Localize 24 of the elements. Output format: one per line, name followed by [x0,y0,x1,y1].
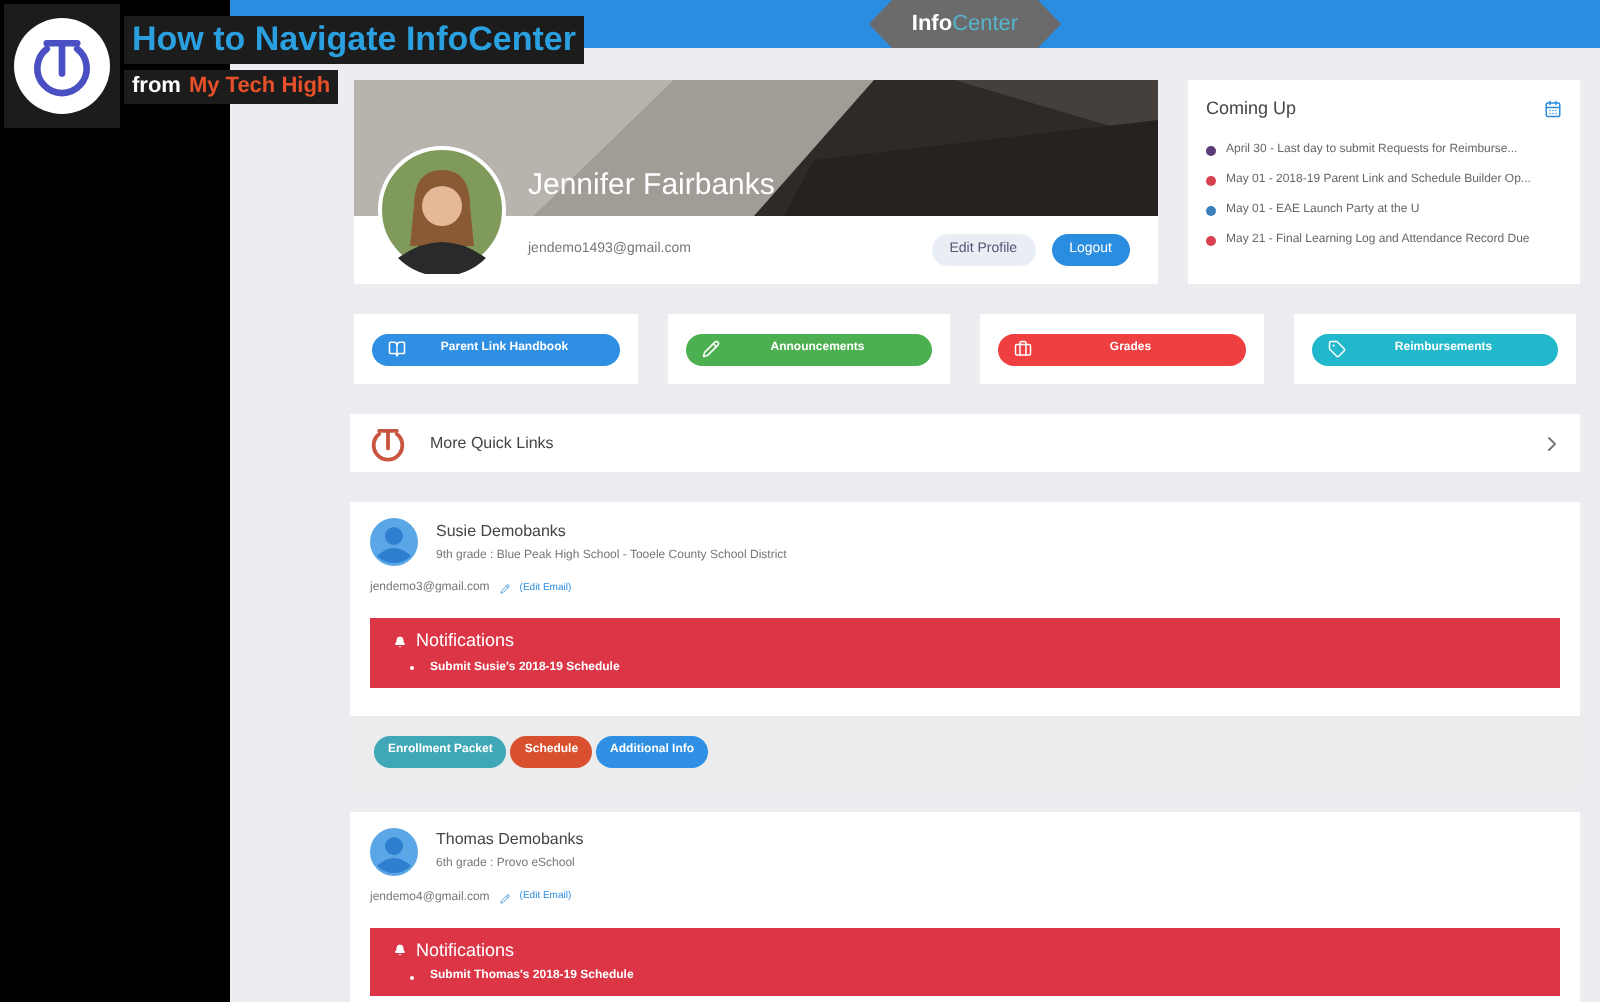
pencil-icon [499,893,510,903]
profile-photo [378,146,506,274]
more-quick-links-label: More Quick Links [430,431,554,455]
pencil-icon [499,584,510,594]
coming-up-title: Coming Up [1206,96,1297,122]
video-title: How to Navigate InfoCenter [124,16,584,64]
calendar-icon[interactable] [1544,100,1562,119]
book-icon [388,340,406,358]
notifications-title: Notifications [416,937,515,963]
from-label: from [132,72,181,103]
notifications-title: Notifications [416,628,515,654]
bell-icon [394,944,406,957]
avatar-icon [370,827,418,875]
bell-icon [394,635,406,648]
profile-name: Jennifer Fairbanks [528,166,775,206]
pencil-icon [701,340,719,358]
channel-name[interactable]: My Tech High [188,70,331,104]
tag-icon [1327,340,1345,358]
avatar-icon [370,518,418,566]
student-name: Susie Demobanks [436,519,568,543]
student-name: Thomas Demobanks [436,828,584,852]
app-logo[interactable]: InfoCenter [869,0,1061,48]
more-quick-links-row[interactable]: More Quick Links [350,414,1580,472]
briefcase-icon [1014,340,1032,358]
